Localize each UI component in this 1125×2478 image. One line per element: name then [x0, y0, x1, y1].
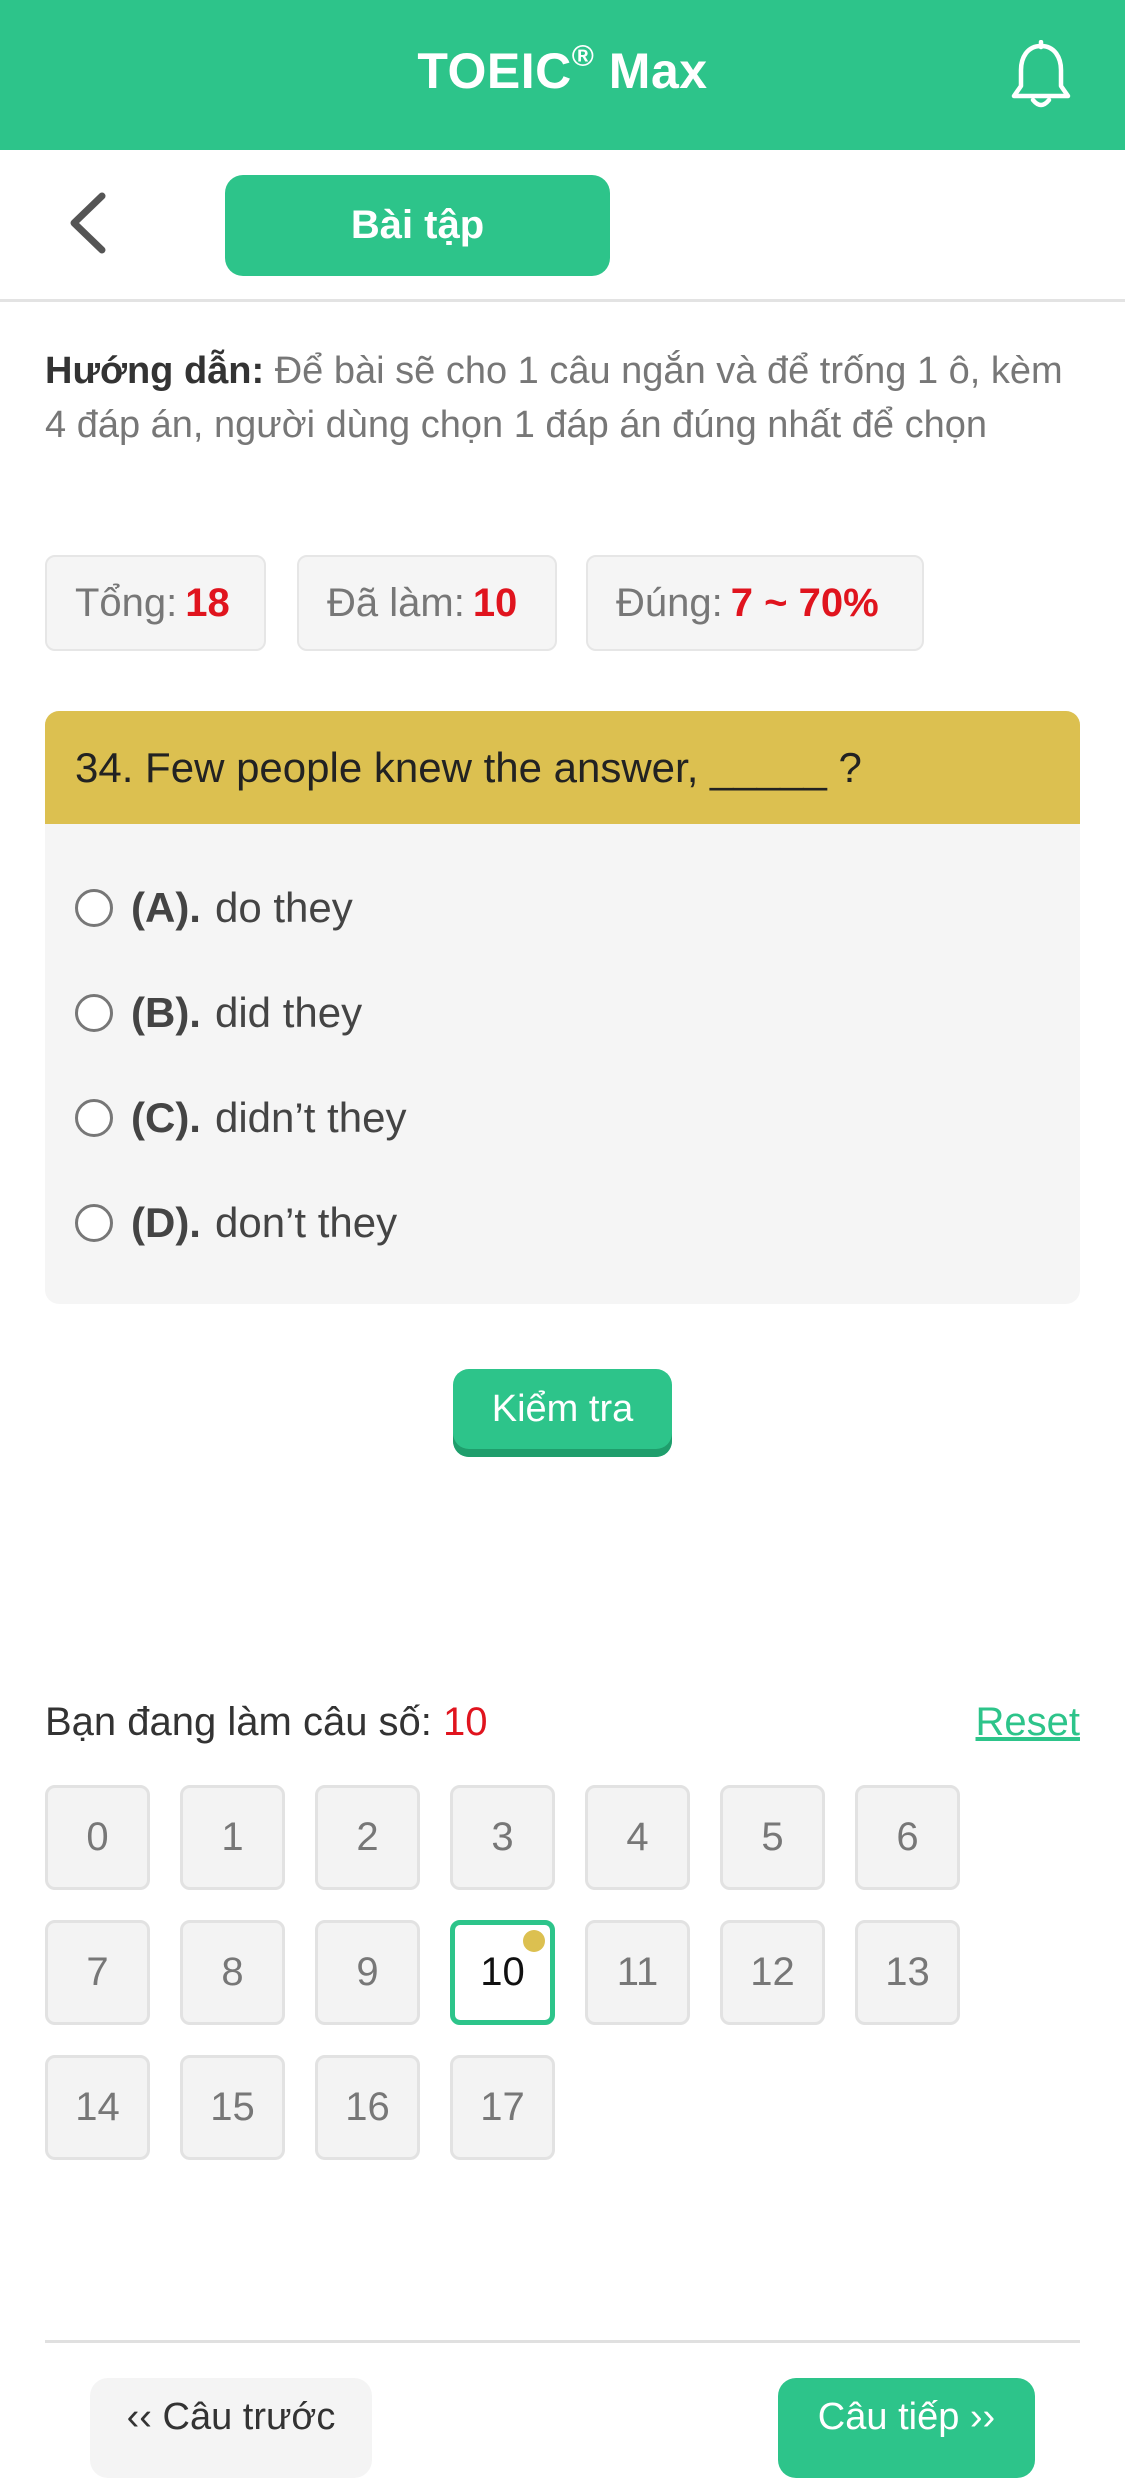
- sub-toolbar: Bài tập: [0, 150, 1125, 302]
- question-number-cell[interactable]: 9: [315, 1920, 420, 2025]
- option-d[interactable]: (D). don’t they: [75, 1188, 397, 1258]
- question-number-cell[interactable]: 15: [180, 2055, 285, 2160]
- question-number-current[interactable]: 10: [450, 1920, 555, 2025]
- question-number-cell[interactable]: 17: [450, 2055, 555, 2160]
- check-button[interactable]: Kiểm tra: [453, 1369, 672, 1457]
- radio-button[interactable]: [75, 889, 113, 927]
- instructions: Hướng dẫn: Để bài sẽ cho 1 câu ngắn và đ…: [45, 344, 1085, 452]
- question-number-cell[interactable]: 11: [585, 1920, 690, 2025]
- app-header: TOEIC® Max: [0, 0, 1125, 150]
- attempted-dot: [523, 1930, 545, 1952]
- question-number-cell[interactable]: 8: [180, 1920, 285, 2025]
- stat-correct: Đúng: 7 ~ 70%: [586, 555, 924, 651]
- radio-button[interactable]: [75, 1099, 113, 1137]
- question-number-cell[interactable]: 3: [450, 1785, 555, 1890]
- prev-question-button[interactable]: ‹‹ Câu trước: [90, 2378, 372, 2478]
- progress-label: Bạn đang làm câu số: 10: [45, 1700, 488, 1744]
- question-number-cell[interactable]: 7: [45, 1920, 150, 2025]
- stat-done: Đã làm: 10: [297, 555, 557, 651]
- question-number-cell[interactable]: 0: [45, 1785, 150, 1890]
- question-number-cell[interactable]: 2: [315, 1785, 420, 1890]
- question-number-cell[interactable]: 12: [720, 1920, 825, 2025]
- stat-total: Tổng: 18: [45, 555, 266, 651]
- reset-link[interactable]: Reset: [976, 1700, 1081, 1745]
- question-number-cell[interactable]: 5: [720, 1785, 825, 1890]
- question-number-cell[interactable]: 6: [855, 1785, 960, 1890]
- option-a[interactable]: (A). do they: [75, 873, 353, 943]
- question-number-cell[interactable]: 14: [45, 2055, 150, 2160]
- app-title: TOEIC® Max: [417, 40, 708, 99]
- current-question-number: 10: [443, 1700, 488, 1744]
- question-card: 34. Few people knew the answer, _____ ? …: [45, 711, 1080, 1304]
- question-number-cell[interactable]: 1: [180, 1785, 285, 1890]
- bell-icon[interactable]: [1009, 40, 1073, 112]
- question-number-cell[interactable]: 13: [855, 1920, 960, 2025]
- question-number-cell[interactable]: 16: [315, 2055, 420, 2160]
- radio-button[interactable]: [75, 1204, 113, 1242]
- question-text: 34. Few people knew the answer, _____ ?: [45, 711, 1080, 824]
- divider: [45, 2340, 1080, 2343]
- option-b[interactable]: (B). did they: [75, 978, 362, 1048]
- tab-exercises[interactable]: Bài tập: [225, 175, 610, 276]
- instructions-label: Hướng dẫn:: [45, 350, 265, 392]
- next-question-button[interactable]: Câu tiếp ››: [778, 2378, 1035, 2478]
- radio-button[interactable]: [75, 994, 113, 1032]
- chevron-left-icon[interactable]: [60, 188, 120, 258]
- question-number-cell[interactable]: 4: [585, 1785, 690, 1890]
- option-c[interactable]: (C). didn’t they: [75, 1083, 406, 1153]
